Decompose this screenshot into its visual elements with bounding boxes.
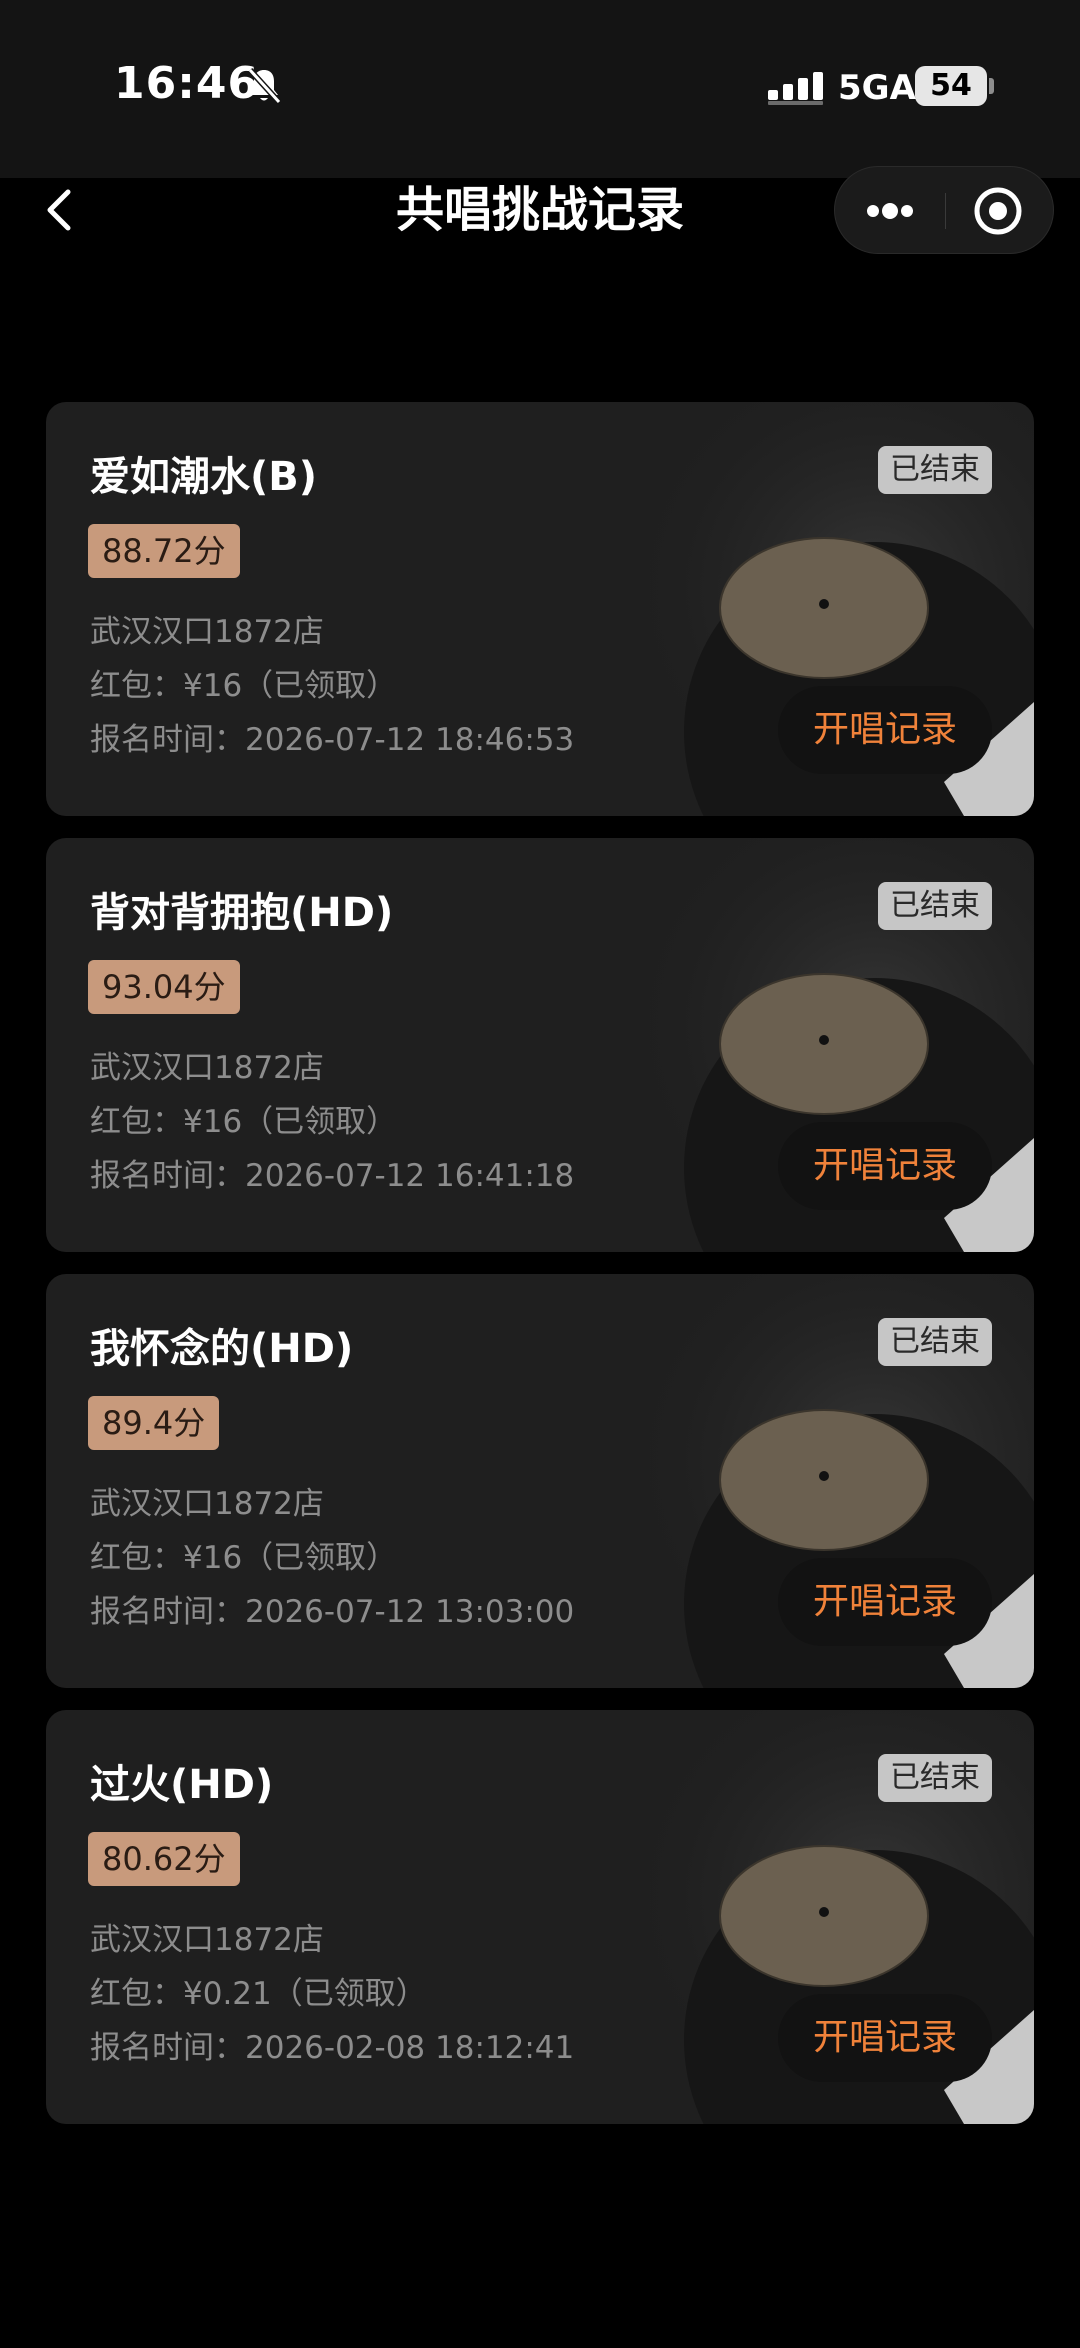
store-name: 武汉汉口1872店 [90,1922,324,1958]
sing-record-button[interactable]: 开唱记录 [778,1122,992,1210]
store-name: 武汉汉口1872店 [90,614,324,650]
red-packet-info: 红包：¥16（已领取） [90,1104,398,1140]
store-name: 武汉汉口1872店 [90,1050,324,1086]
status-bar: 16:46 5GA 54 共唱挑战记录 [0,0,1080,254]
bell-slash-icon [247,67,282,105]
red-packet-info: 红包：¥0.21（已领取） [90,1976,427,2012]
record-card[interactable]: 过火(HD) 已结束 80.62分 武汉汉口1872店 红包：¥0.21（已领取… [46,1710,1034,2124]
status-badge: 已结束 [878,882,992,930]
song-title: 爱如潮水(B) [90,454,318,500]
song-title: 背对背拥抱(HD) [90,890,394,936]
score-badge: 93.04分 [88,960,240,1014]
battery-nub [989,78,994,94]
signal-bars-icon [768,72,823,105]
song-title: 过火(HD) [90,1762,274,1808]
record-card[interactable]: 背对背拥抱(HD) 已结束 93.04分 武汉汉口1872店 红包：¥16（已领… [46,838,1034,1252]
target-circle-icon[interactable] [946,167,1054,255]
more-dots-icon[interactable] [835,167,945,255]
network-label: 5GA [838,68,916,108]
mini-program-capsule [834,166,1054,254]
signup-time: 报名时间：2026-07-12 16:41:18 [90,1158,575,1194]
red-packet-info: 红包：¥16（已领取） [90,668,398,704]
status-badge: 已结束 [878,1318,992,1366]
score-badge: 88.72分 [88,524,240,578]
signup-time: 报名时间：2026-07-12 13:03:00 [90,1594,575,1630]
status-time: 16:46 [114,58,260,109]
status-badge: 已结束 [878,446,992,494]
signup-time: 报名时间：2026-07-12 18:46:53 [90,722,575,758]
red-packet-info: 红包：¥16（已领取） [90,1540,398,1576]
signup-time: 报名时间：2026-02-08 18:12:41 [90,2030,575,2066]
score-badge: 89.4分 [88,1396,220,1450]
challenge-record-list: 爱如潮水(B) 已结束 88.72分 武汉汉口1872店 红包：¥16（已领取）… [46,402,1034,2146]
status-badge: 已结束 [878,1754,992,1802]
sing-record-button[interactable]: 开唱记录 [778,1558,992,1646]
score-badge: 80.62分 [88,1832,240,1886]
battery-indicator: 54 [915,66,987,106]
sing-record-button[interactable]: 开唱记录 [778,1994,992,2082]
sing-record-button[interactable]: 开唱记录 [778,686,992,774]
store-name: 武汉汉口1872店 [90,1486,324,1522]
record-card[interactable]: 爱如潮水(B) 已结束 88.72分 武汉汉口1872店 红包：¥16（已领取）… [46,402,1034,816]
song-title: 我怀念的(HD) [90,1326,354,1372]
record-card[interactable]: 我怀念的(HD) 已结束 89.4分 武汉汉口1872店 红包：¥16（已领取）… [46,1274,1034,1688]
